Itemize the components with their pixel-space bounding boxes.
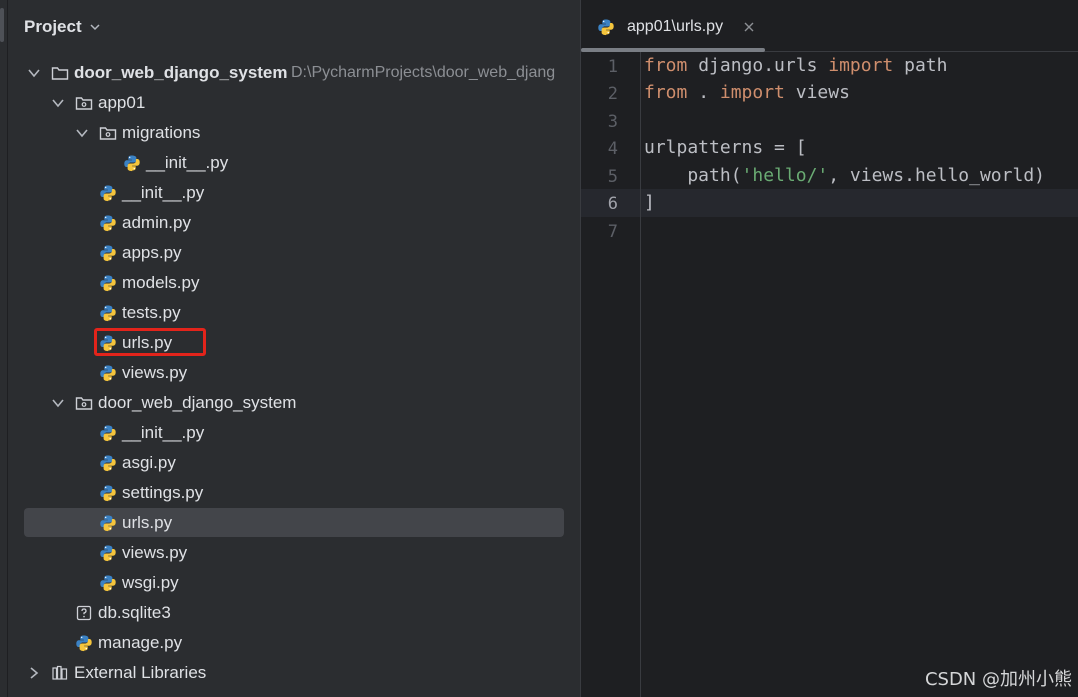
tree-item-label: db.sqlite3 [98,603,171,622]
tree-item-label: admin.py [122,213,191,232]
tree-item-file[interactable]: views.py [0,538,580,568]
highlight-annotation-box [94,328,206,356]
project-path: D:\PycharmProjects\door_web_djang [291,64,556,81]
tree-item-label: wsgi.py [122,573,179,592]
chevron-down-icon[interactable] [75,126,89,140]
tree-item-label: __init__.py [122,183,205,202]
code-editor[interactable]: app01\urls.py 1 2 3 4 5 6 7 from django.… [580,0,1078,697]
tree-item-label: __init__.py [146,153,229,172]
python-file-icon [99,514,117,532]
tab-label: app01\urls.py [627,18,724,35]
tree-item-external-libraries[interactable]: External Libraries [0,658,580,688]
tree-item-file[interactable]: tests.py [0,298,580,328]
python-file-icon [99,484,117,502]
python-file-icon [597,18,615,36]
python-file-icon [99,574,117,592]
python-file-icon [99,244,117,262]
line-number: 4 [607,139,618,159]
tree-item-file[interactable]: apps.py [0,238,580,268]
tree-item-file[interactable]: admin.py [0,208,580,238]
tree-item-file[interactable]: __init__.py [0,148,580,178]
line-number: 1 [607,57,618,77]
python-file-icon [99,184,117,202]
current-line-highlight [581,189,1078,217]
tree-item-label: tests.py [122,303,181,322]
line-number: 3 [607,112,618,132]
editor-tab[interactable]: app01\urls.py [597,14,755,40]
tree-item-label: app01 [98,93,146,112]
tree-item-label: door_web_django_system [98,393,297,412]
python-file-icon [75,634,93,652]
tree-item-file[interactable]: manage.py [0,628,580,658]
tree-item-label: models.py [122,273,200,292]
line-number: 6 [607,194,618,214]
python-file-icon [99,424,117,442]
tree-item-label: apps.py [122,243,182,262]
code-line-6[interactable]: ] [644,192,655,213]
tree-item-label: migrations [122,123,201,142]
tree-item-label: door_web_django_system [74,63,288,82]
tree-item-label: views.py [122,363,188,382]
tree-item-label: urls.py [122,513,173,532]
python-file-icon [99,274,117,292]
tree-item-file[interactable]: asgi.py [0,448,580,478]
python-file-icon [99,454,117,472]
chevron-down-icon[interactable] [51,96,65,110]
tree-item-label: __init__.py [122,423,205,442]
library-icon [52,665,68,680]
tree-item-label: settings.py [122,483,204,502]
tree-item-label: asgi.py [122,453,176,472]
project-panel-header[interactable]: Project [24,14,102,40]
editor-tab-bar: app01\urls.py [581,0,1078,52]
unknown-file-icon [76,605,92,621]
watermark: CSDN @加州小熊 [924,669,1072,690]
tree-item-file[interactable]: db.sqlite3 [0,598,580,628]
tree-item-label: External Libraries [74,663,207,682]
close-icon[interactable] [743,21,755,33]
tree-item-file[interactable]: __init__.py [0,178,580,208]
project-panel-title: Project [24,17,82,36]
package-folder-icon [75,397,93,410]
tree-item-file[interactable]: views.py [0,358,580,388]
folder-icon [51,67,69,80]
line-number: 5 [607,167,618,187]
tree-item-file[interactable]: __init__.py [0,418,580,448]
chevron-down-icon[interactable] [27,66,41,80]
tree-item-file[interactable]: settings.py [0,478,580,508]
tree-item-file[interactable]: wsgi.py [0,568,580,598]
tree-item-label: views.py [122,543,188,562]
python-file-icon [99,544,117,562]
tree-item-app01[interactable]: app01 [0,88,580,118]
tree-item-root[interactable]: door_web_django_system D:\PycharmProject… [0,58,580,88]
tree-item-file-highlighted[interactable]: urls.py [0,328,580,358]
python-file-icon [99,364,117,382]
tree-item-label: manage.py [98,633,183,652]
tree-item-door-web-django-system[interactable]: door_web_django_system [0,388,580,418]
python-file-icon [99,304,117,322]
project-panel: Project door_web_django_system D:\Pychar… [0,0,580,697]
chevron-down-icon[interactable] [51,396,65,410]
line-number: 2 [607,84,618,104]
line-number-gutter: 1 2 3 4 5 6 7 [581,52,641,697]
package-folder-icon [75,97,93,110]
code-line-4[interactable]: urlpatterns = [ [644,137,807,158]
chevron-right-icon[interactable] [27,666,41,680]
code-line-2[interactable]: from . import views [644,82,850,103]
code-line-5[interactable]: path('hello/', views.hello_world) [644,165,1045,186]
tree-item-file[interactable]: models.py [0,268,580,298]
chevron-down-icon[interactable] [88,20,102,34]
code-line-1[interactable]: from django.urls import path [644,55,947,76]
line-number: 7 [607,222,618,242]
tree-item-file-selected[interactable]: urls.py [0,508,580,538]
package-folder-icon [99,127,117,140]
python-file-icon [99,214,117,232]
tree-item-migrations[interactable]: migrations [0,118,580,148]
python-file-icon [123,154,141,172]
